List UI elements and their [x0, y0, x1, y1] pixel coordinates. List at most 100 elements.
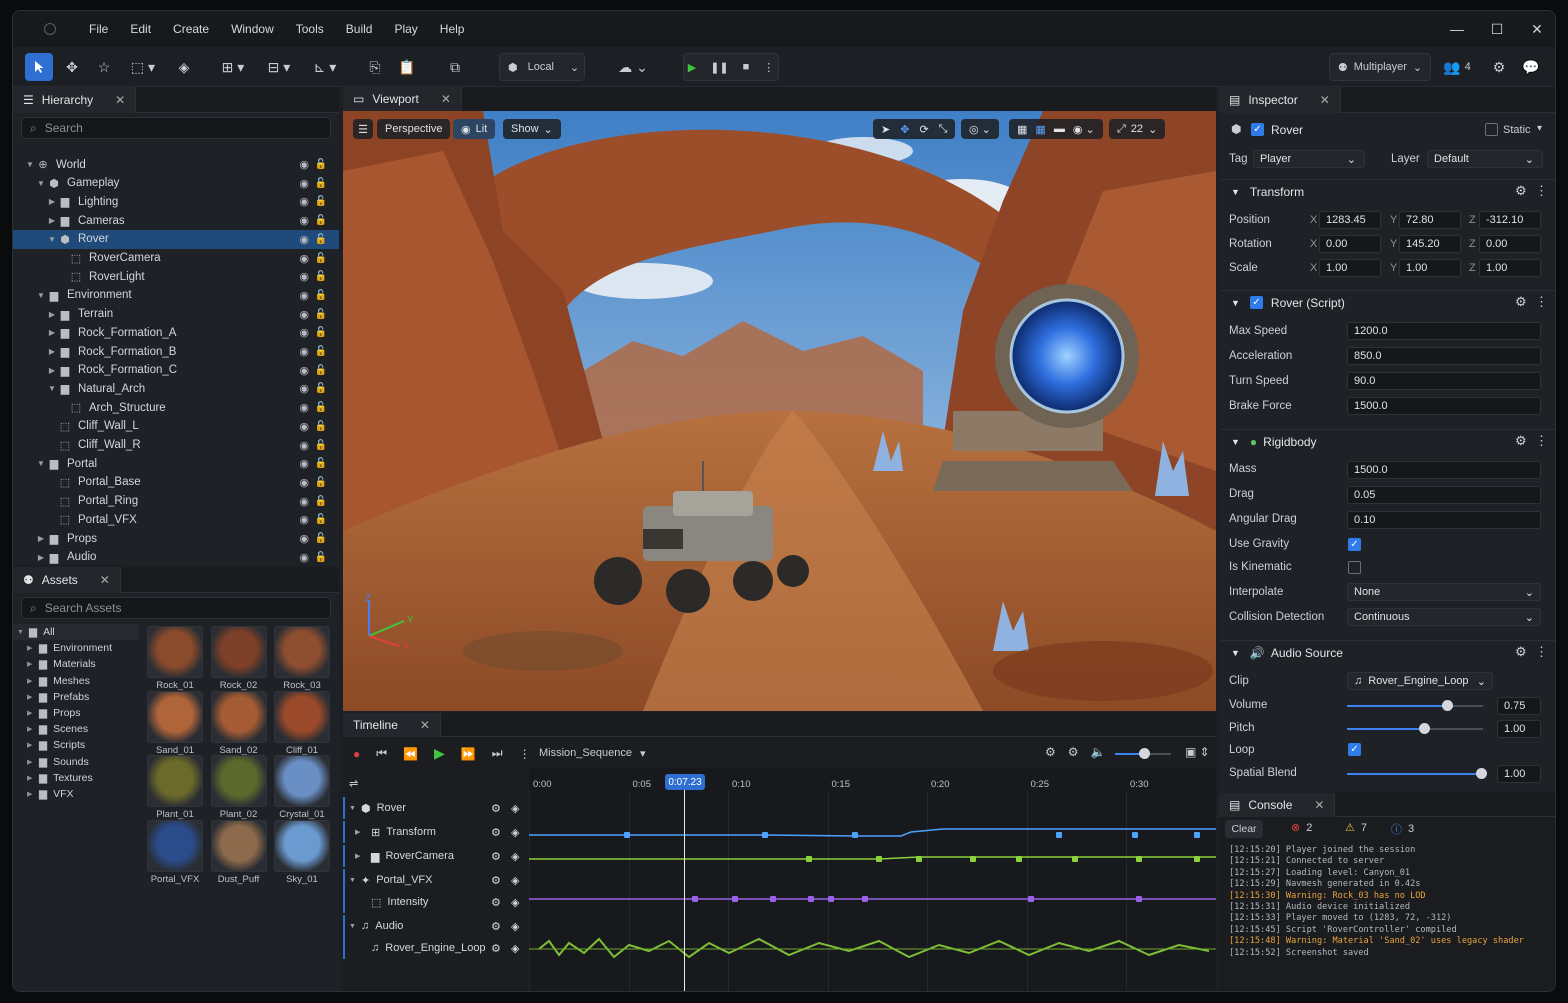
comment-icon[interactable]: ▬: [1054, 123, 1065, 135]
visibility-eye-icon[interactable]: ◉: [299, 364, 309, 377]
keyframe[interactable]: [828, 896, 834, 902]
volume-slider[interactable]: [1347, 700, 1483, 711]
transform-y-field[interactable]: 72.80: [1399, 211, 1461, 229]
expand-arrow-icon[interactable]: ▶: [47, 310, 57, 319]
drag-field[interactable]: 0.05: [1347, 486, 1541, 504]
layer-dropdown[interactable]: Default ⌄: [1427, 150, 1543, 168]
tab-assets[interactable]: ⚉ Assets ✕: [13, 567, 121, 593]
lock-icon[interactable]: 🔓: [315, 552, 327, 563]
space-dropdown[interactable]: ⬢ Local ⌄: [499, 53, 585, 81]
menu-help[interactable]: Help: [429, 22, 476, 36]
lock-icon[interactable]: 🔓: [315, 421, 327, 432]
expand-arrow-icon[interactable]: ▼: [36, 179, 46, 188]
show-dropdown[interactable]: Show ⌄: [503, 119, 561, 139]
object-name[interactable]: Rover: [1271, 123, 1303, 137]
close-tab-icon[interactable]: ✕: [1314, 798, 1324, 812]
expand-arrow-icon[interactable]: ▼: [349, 923, 359, 930]
snap-dropdown[interactable]: ⤢ 22 ⌄: [1109, 119, 1166, 139]
fx-icon[interactable]: ◉ ⌄: [1073, 123, 1095, 136]
rigidbody-gear-icon[interactable]: ⚙: [1515, 433, 1527, 449]
stop-button[interactable]: ■: [743, 61, 750, 73]
keyframe[interactable]: [1136, 856, 1142, 862]
chat-button[interactable]: 💬: [1519, 53, 1543, 81]
asset-thumbnail[interactable]: Rock_02: [210, 626, 267, 694]
hierarchy-item[interactable]: ▶ ▆ Audio ◉ 🔓: [13, 548, 339, 567]
lock-icon[interactable]: 🔓: [315, 327, 327, 338]
keyframe[interactable]: [1194, 832, 1200, 838]
hierarchy-item[interactable]: ⬚ Portal_Ring ◉ 🔓: [13, 492, 339, 511]
cursor-icon[interactable]: ➤: [881, 123, 890, 136]
audio-gear-icon[interactable]: ⚙: [1515, 644, 1527, 660]
cloud-dropdown[interactable]: ☁ ⌄: [613, 53, 653, 81]
hierarchy-item[interactable]: ⬚ RoverLight ◉ 🔓: [13, 267, 339, 286]
track-keyframe-icon[interactable]: ◈: [511, 850, 519, 863]
menu-window[interactable]: Window: [220, 22, 285, 36]
keyframe[interactable]: [1194, 856, 1200, 862]
keyframe[interactable]: [806, 856, 812, 862]
keyframe[interactable]: [876, 856, 882, 862]
transform-y-field[interactable]: 145.20: [1399, 235, 1461, 253]
track-keyframe-icon[interactable]: ◈: [511, 942, 519, 955]
console-line[interactable]: [12:15:29] Navmesh generated in 0.42s: [1229, 879, 1420, 889]
lit-button[interactable]: ◉ Lit: [453, 119, 496, 139]
tag-dropdown[interactable]: Player ⌄: [1253, 150, 1365, 168]
visibility-eye-icon[interactable]: ◉: [299, 382, 309, 395]
hierarchy-item[interactable]: ⬚ Cliff_Wall_L ◉ 🔓: [13, 417, 339, 436]
transform-x-field[interactable]: 0.00: [1319, 235, 1381, 253]
multiplayer-dropdown[interactable]: ⚉ Multiplayer ⌄: [1329, 53, 1431, 81]
script-field-value[interactable]: 90.0: [1347, 372, 1541, 390]
settings-button[interactable]: ⚙: [1487, 53, 1511, 81]
track-gear-icon[interactable]: ⚙: [491, 802, 501, 815]
lock-icon[interactable]: 🔓: [315, 514, 327, 525]
visibility-eye-icon[interactable]: ◉: [299, 513, 309, 526]
track-gear-icon[interactable]: ⚙: [491, 850, 501, 863]
close-window-button[interactable]: ✕: [1517, 11, 1555, 47]
script-field-value[interactable]: 850.0: [1347, 347, 1541, 365]
close-tab-icon[interactable]: ✕: [100, 573, 110, 587]
volume-icon[interactable]: 🔈: [1091, 745, 1106, 759]
script-gear-icon[interactable]: ⚙: [1515, 294, 1527, 310]
hierarchy-item[interactable]: ▼ ▆ Portal ◉ 🔓: [13, 454, 339, 473]
hierarchy-item[interactable]: ▶ ▆ Props ◉ 🔓: [13, 529, 339, 548]
warning-count-button[interactable]: ⚠ 7: [1345, 821, 1367, 835]
record-button[interactable]: ●: [353, 747, 360, 761]
align-tool-button[interactable]: ⊟ ▾: [259, 53, 299, 81]
info-count-button[interactable]: ⓘ 3: [1391, 821, 1414, 837]
menu-build[interactable]: Build: [335, 22, 384, 36]
lock-icon[interactable]: 🔓: [315, 533, 327, 544]
asset-thumbnail[interactable]: Portal_VFX: [147, 819, 203, 888]
keyframe[interactable]: [970, 856, 976, 862]
audio-more-icon[interactable]: ⋮: [1535, 644, 1548, 660]
tab-viewport[interactable]: ▭ Viewport ✕: [343, 87, 462, 111]
hierarchy-item[interactable]: ▼ ▆ Natural_Arch ◉ 🔓: [13, 379, 339, 398]
timeline-track[interactable]: ▶ ⊞ Transform ⚙ ◈: [343, 821, 529, 843]
pause-button[interactable]: ❚❚: [710, 61, 728, 74]
asset-folder-item[interactable]: ▼ ▆ All: [13, 624, 139, 641]
expand-arrow-icon[interactable]: ▼: [47, 384, 57, 393]
script-section-header[interactable]: ▼ ✓ Rover (Script): [1221, 290, 1555, 314]
tab-hierarchy[interactable]: ☰ Hierarchy ✕: [13, 87, 137, 113]
expand-arrow-icon[interactable]: ▶: [47, 216, 57, 225]
expand-arrow-icon[interactable]: ▶: [47, 328, 57, 337]
keyframe[interactable]: [1072, 856, 1078, 862]
timeline-track[interactable]: ▶ ▆ RoverCamera ⚙ ◈: [343, 845, 529, 867]
keyframe[interactable]: [770, 896, 776, 902]
asset-folder-item[interactable]: ▶ ▆ Materials: [13, 656, 139, 672]
scale-tool-button[interactable]: ⬚ ▾: [123, 53, 163, 81]
hierarchy-item[interactable]: ⬚ Arch_Structure ◉ 🔓: [13, 398, 339, 417]
maximize-button[interactable]: ☐: [1477, 11, 1517, 47]
lock-icon[interactable]: 🔓: [315, 309, 327, 320]
lock-icon[interactable]: 🔓: [315, 496, 327, 507]
asset-folder-item[interactable]: ▶ ▆ Props: [13, 705, 139, 721]
lock-icon[interactable]: 🔓: [315, 477, 327, 488]
hierarchy-item[interactable]: ▶ ▆ Lighting ◉ 🔓: [13, 192, 339, 211]
rigidbody-more-icon[interactable]: ⋮: [1535, 433, 1548, 449]
playhead-time[interactable]: 0:07.23: [665, 774, 705, 790]
menu-tools[interactable]: Tools: [285, 22, 335, 36]
hierarchy-item[interactable]: ▶ ▆ Rock_Formation_B ◉ 🔓: [13, 342, 339, 361]
hierarchy-item[interactable]: ▼ ▆ Environment ◉ 🔓: [13, 286, 339, 305]
visibility-eye-icon[interactable]: ◉: [299, 457, 309, 470]
timeline-track[interactable]: ▼ ♫ Audio ⚙ ◈: [343, 915, 529, 937]
lock-icon[interactable]: 🔓: [315, 383, 327, 394]
layout-icon[interactable]: ▣ ⇕: [1185, 745, 1210, 759]
